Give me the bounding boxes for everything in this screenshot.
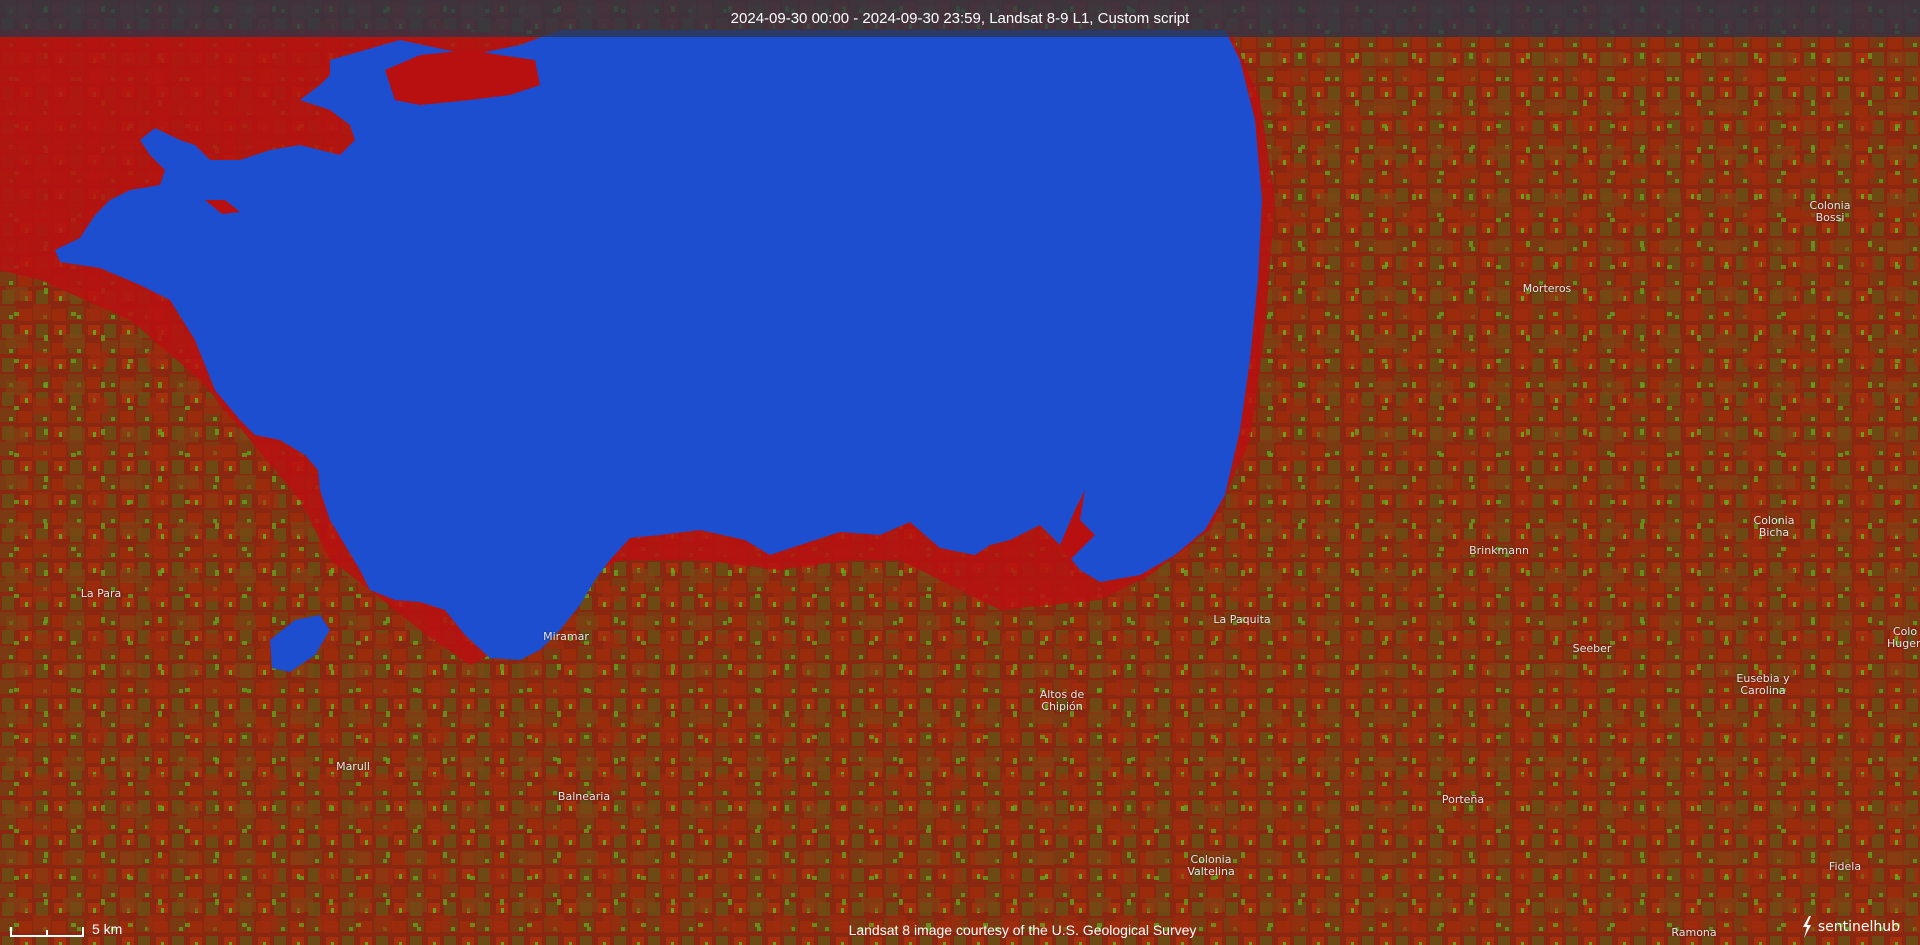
place-label-colonia-valtelina: Colonia Valtelina <box>1187 853 1235 878</box>
place-label-seeber: Seeber <box>1572 642 1612 655</box>
place-label-colonia-bicha: Colonia Bicha <box>1753 514 1795 539</box>
place-label-miramar: Miramar <box>543 630 589 643</box>
place-label-marull: Marull <box>336 760 370 773</box>
place-label-portena: Porteña <box>1441 793 1485 806</box>
place-label-colonia-hugentobler: Colo Hugen <box>1887 625 1920 650</box>
place-label-fidela: Fidela <box>1828 860 1862 873</box>
place-label-brinkmann: Brinkmann <box>1469 544 1529 557</box>
place-label-la-para: La Para <box>80 587 122 600</box>
place-label-colonia-bossi: Colonia Bossi <box>1809 199 1851 224</box>
header-title: 2024-09-30 00:00 - 2024-09-30 23:59, Lan… <box>730 10 1190 27</box>
place-label-morteros: Morteros <box>1522 282 1572 295</box>
place-label-la-paquita: La Paquita <box>1213 613 1271 626</box>
sentinelhub-logo-icon <box>1802 916 1811 938</box>
attribution-text[interactable]: Landsat 8 image courtesy of the U.S. Geo… <box>0 922 1920 938</box>
map-viewport[interactable]: 2024-09-30 00:00 - 2024-09-30 23:59, Lan… <box>0 0 1920 945</box>
date-range-header: 2024-09-30 00:00 - 2024-09-30 23:59, Lan… <box>0 0 1920 37</box>
sentinelhub-logo[interactable]: sentinelhub <box>1800 915 1900 939</box>
place-label-balnearia: Balnearia <box>557 790 611 803</box>
satellite-map[interactable] <box>0 0 1920 945</box>
place-label-altos-de-chipion: Altos de Chipión <box>1039 688 1085 713</box>
place-label-eusebia-y-carolina: Eusebia y Carolina <box>1736 672 1790 697</box>
logo-text: sentinelhub <box>1817 919 1900 935</box>
